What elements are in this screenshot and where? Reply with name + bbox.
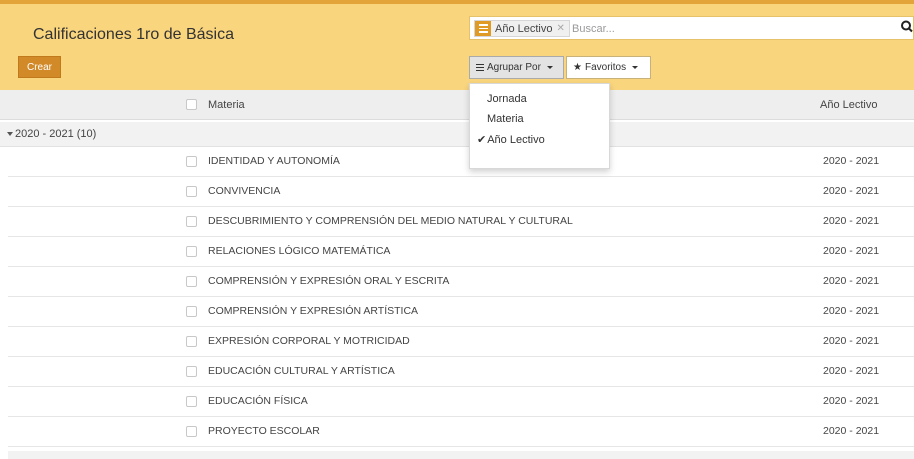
caret-down-icon bbox=[632, 66, 639, 69]
search-box[interactable]: Año Lectivo ✕ bbox=[469, 16, 914, 40]
group-by-label: Agrupar Por bbox=[487, 62, 541, 73]
materia-cell: COMPRENSIÓN Y EXPRESIÓN ARTÍSTICA bbox=[208, 305, 419, 317]
anio-cell: 2020 - 2021 bbox=[823, 305, 880, 317]
row-checkbox[interactable] bbox=[186, 156, 197, 167]
group-by-button[interactable]: Agrupar Por bbox=[469, 56, 564, 79]
star-icon: ★ bbox=[573, 62, 582, 73]
materia-cell: EDUCACIÓN FÍSICA bbox=[208, 395, 308, 407]
page-title: Calificaciones 1ro de Básica bbox=[33, 26, 234, 43]
menu-item-label: Jornada bbox=[487, 93, 527, 105]
table-row[interactable]: IDENTIDAD Y AUTONOMÍA 2020 - 2021 bbox=[8, 147, 914, 177]
menu-item-label: Materia bbox=[487, 113, 524, 125]
search-icon[interactable] bbox=[900, 19, 914, 35]
table-footer bbox=[8, 451, 914, 459]
table-row[interactable]: EXPRESIÓN CORPORAL Y MOTRICIDAD 2020 - 2… bbox=[8, 327, 914, 357]
select-all-checkbox[interactable] bbox=[186, 99, 197, 110]
row-checkbox[interactable] bbox=[186, 396, 197, 407]
materia-cell: RELACIONES LÓGICO MATEMÁTICA bbox=[208, 245, 391, 257]
anio-cell: 2020 - 2021 bbox=[823, 185, 880, 197]
table-header: Materia Año Lectivo bbox=[0, 90, 914, 120]
materia-cell: DESCUBRIMIENTO Y COMPRENSIÓN DEL MEDIO N… bbox=[208, 215, 573, 227]
row-checkbox[interactable] bbox=[186, 336, 197, 347]
column-header-anio-lectivo[interactable]: Año Lectivo bbox=[820, 99, 877, 111]
row-checkbox[interactable] bbox=[186, 216, 197, 227]
table-row[interactable]: COMPRENSIÓN Y EXPRESIÓN ORAL Y ESCRITA 2… bbox=[8, 267, 914, 297]
favorites-label: Favoritos bbox=[584, 62, 627, 73]
search-facet-label: Año Lectivo bbox=[495, 22, 553, 35]
table-row[interactable]: EDUCACIÓN FÍSICA 2020 - 2021 bbox=[8, 387, 914, 417]
row-checkbox[interactable] bbox=[186, 276, 197, 287]
table-row[interactable]: RELACIONES LÓGICO MATEMÁTICA 2020 - 2021 bbox=[8, 237, 914, 267]
anio-cell: 2020 - 2021 bbox=[823, 425, 880, 437]
row-checkbox[interactable] bbox=[186, 306, 197, 317]
anio-cell: 2020 - 2021 bbox=[823, 245, 880, 257]
caret-down-icon bbox=[7, 132, 13, 136]
table-row[interactable]: DESCUBRIMIENTO Y COMPRENSIÓN DEL MEDIO N… bbox=[8, 207, 914, 237]
control-panel: Calificaciones 1ro de Básica Año Lectivo… bbox=[0, 0, 914, 90]
materia-cell: CONVIVENCIA bbox=[208, 185, 281, 197]
anio-cell: 2020 - 2021 bbox=[823, 335, 880, 347]
group-by-dropdown: Jornada Materia ✔Año Lectivo bbox=[469, 83, 610, 169]
table-row[interactable]: EDUCACIÓN CULTURAL Y ARTÍSTICA 2020 - 20… bbox=[8, 357, 914, 387]
row-checkbox[interactable] bbox=[186, 246, 197, 257]
table-row[interactable]: CONVIVENCIA 2020 - 2021 bbox=[8, 177, 914, 207]
remove-facet-icon[interactable]: ✕ bbox=[556, 23, 568, 34]
anio-cell: 2020 - 2021 bbox=[823, 365, 880, 377]
top-accent-line bbox=[0, 0, 914, 4]
menu-item-jornada[interactable]: Jornada bbox=[487, 93, 527, 105]
group-by-icon bbox=[475, 21, 491, 36]
bars-icon bbox=[476, 64, 484, 71]
materia-cell: COMPRENSIÓN Y EXPRESIÓN ORAL Y ESCRITA bbox=[208, 275, 450, 287]
menu-item-anio-lectivo[interactable]: ✔Año Lectivo bbox=[477, 133, 545, 146]
row-checkbox[interactable] bbox=[186, 366, 197, 377]
anio-cell: 2020 - 2021 bbox=[823, 395, 880, 407]
create-button[interactable]: Crear bbox=[18, 56, 61, 78]
column-header-materia[interactable]: Materia bbox=[208, 99, 245, 111]
caret-down-icon bbox=[546, 66, 553, 69]
anio-cell: 2020 - 2021 bbox=[823, 275, 880, 287]
table-row[interactable]: COMPRENSIÓN Y EXPRESIÓN ARTÍSTICA 2020 -… bbox=[8, 297, 914, 327]
search-facet[interactable]: Año Lectivo ✕ bbox=[474, 20, 570, 37]
materia-cell: EXPRESIÓN CORPORAL Y MOTRICIDAD bbox=[208, 335, 410, 347]
materia-cell: EDUCACIÓN CULTURAL Y ARTÍSTICA bbox=[208, 365, 395, 377]
row-checkbox[interactable] bbox=[186, 186, 197, 197]
anio-cell: 2020 - 2021 bbox=[823, 155, 880, 167]
check-icon: ✔ bbox=[477, 134, 487, 146]
row-checkbox[interactable] bbox=[186, 426, 197, 437]
materia-cell: IDENTIDAD Y AUTONOMÍA bbox=[208, 155, 340, 167]
anio-cell: 2020 - 2021 bbox=[823, 215, 880, 227]
materia-cell: PROYECTO ESCOLAR bbox=[208, 425, 320, 437]
menu-item-materia[interactable]: Materia bbox=[487, 113, 524, 125]
favorites-button[interactable]: ★ Favoritos bbox=[566, 56, 651, 79]
search-input[interactable] bbox=[572, 20, 872, 37]
group-row[interactable]: 2020 - 2021 (10) bbox=[0, 122, 914, 147]
menu-item-label: Año Lectivo bbox=[487, 134, 545, 146]
table-row[interactable]: PROYECTO ESCOLAR 2020 - 2021 bbox=[8, 417, 914, 447]
group-label: 2020 - 2021 (10) bbox=[15, 128, 97, 140]
